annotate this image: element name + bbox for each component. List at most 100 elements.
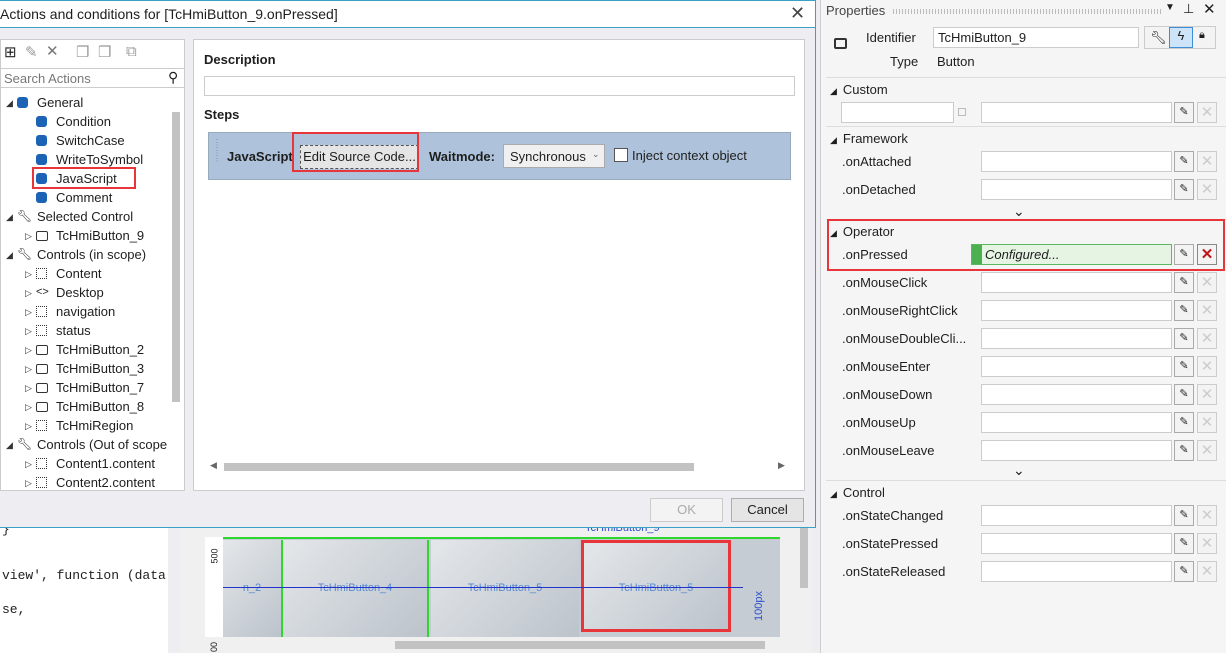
- event-value-input[interactable]: [981, 505, 1172, 526]
- description-input[interactable]: [204, 76, 795, 96]
- close-icon[interactable]: ✕: [1203, 0, 1216, 18]
- delete-icon[interactable]: ✕: [1197, 151, 1217, 172]
- search-actions-input[interactable]: Search Actions ⚲: [1, 68, 184, 88]
- expand-icon[interactable]: ▷: [25, 284, 32, 303]
- copy-icon[interactable]: ❐: [76, 43, 89, 61]
- cancel-button[interactable]: Cancel: [731, 498, 804, 522]
- collapse-icon[interactable]: ◢: [6, 208, 13, 227]
- delete-icon[interactable]: ✕: [1197, 412, 1217, 433]
- delete-icon[interactable]: ✕: [1197, 179, 1217, 200]
- expand-icon[interactable]: ▷: [25, 303, 32, 322]
- expand-more-icon[interactable]: ⌄: [1013, 462, 1025, 479]
- delete-icon[interactable]: ✕: [1197, 561, 1217, 582]
- custom-checkbox[interactable]: [958, 108, 966, 116]
- edit-icon[interactable]: ✎: [1174, 179, 1194, 200]
- custom-name-input[interactable]: [841, 102, 954, 123]
- lock-icon[interactable]: 🔒︎: [1199, 29, 1205, 42]
- event-value-input[interactable]: [981, 384, 1172, 405]
- edit-icon[interactable]: ✎: [1174, 328, 1194, 349]
- expand-icon[interactable]: ▷: [25, 360, 32, 379]
- event-value-input[interactable]: [981, 151, 1172, 172]
- actions-toolbar: ⊞ ✎ ✕ ❐ ❒ ⧉: [1, 42, 184, 66]
- collapse-icon[interactable]: ◢: [6, 246, 13, 265]
- drag-handle-icon[interactable]: ⋮ ⋮ ⋮: [213, 139, 221, 163]
- event-value-input[interactable]: [981, 328, 1172, 349]
- paste-icon[interactable]: ❒: [98, 43, 111, 61]
- duplicate-icon[interactable]: ⧉: [126, 43, 137, 60]
- collapse-icon[interactable]: ◢: [6, 94, 13, 113]
- expand-icon[interactable]: ▷: [25, 398, 32, 417]
- expand-icon[interactable]: ▷: [25, 417, 32, 436]
- section-custom[interactable]: ◢ Custom: [830, 82, 888, 97]
- designer-button-selected[interactable]: TcHmiButton_5: [581, 540, 731, 632]
- edit-icon[interactable]: ✎: [1174, 102, 1194, 123]
- collapse-icon[interactable]: ◢: [830, 135, 837, 145]
- event-value-input[interactable]: [981, 412, 1172, 433]
- edit-icon[interactable]: ✎: [1174, 356, 1194, 377]
- expand-icon[interactable]: ▷: [25, 265, 32, 284]
- delete-icon[interactable]: ✕: [1197, 328, 1217, 349]
- close-icon[interactable]: ✕: [790, 3, 805, 24]
- expand-icon[interactable]: ▷: [25, 341, 32, 360]
- designer-hscrollbar[interactable]: [395, 641, 765, 649]
- event-value-input[interactable]: [981, 533, 1172, 554]
- section-control[interactable]: ◢ Control: [830, 485, 885, 500]
- collapse-icon[interactable]: ◢: [830, 489, 837, 499]
- delete-icon[interactable]: ✕: [1197, 440, 1217, 461]
- delete-icon[interactable]: ✕: [1197, 533, 1217, 554]
- expand-icon[interactable]: ▷: [25, 227, 32, 246]
- designer-vscrollbar[interactable]: [800, 528, 808, 588]
- edit-icon[interactable]: ✎: [1174, 272, 1194, 293]
- event-value-input[interactable]: [981, 300, 1172, 321]
- inject-checkbox[interactable]: [614, 148, 628, 162]
- delete-icon[interactable]: ✕: [1197, 272, 1217, 293]
- expand-icon[interactable]: ▷: [25, 455, 32, 474]
- add-icon[interactable]: ⊞: [4, 43, 17, 61]
- edit-icon[interactable]: ✎: [1174, 151, 1194, 172]
- delete-icon[interactable]: ✕: [1197, 356, 1217, 377]
- edit-icon[interactable]: ✎: [1174, 505, 1194, 526]
- delete-icon[interactable]: ✕: [1197, 102, 1217, 123]
- delete-icon[interactable]: ✕: [1197, 505, 1217, 526]
- identifier-input[interactable]: TcHmiButton_9: [933, 27, 1139, 48]
- delete-icon[interactable]: ✕: [1197, 300, 1217, 321]
- pin-icon[interactable]: ⊥: [1183, 1, 1194, 17]
- custom-value-input[interactable]: [981, 102, 1172, 123]
- designer-button[interactable]: TcHmiButton_5: [431, 540, 579, 637]
- event-value-input[interactable]: [981, 272, 1172, 293]
- edit-icon[interactable]: ✎: [1174, 300, 1194, 321]
- wrench-icon[interactable]: 🔧︎: [1150, 30, 1167, 46]
- events-icon[interactable]: ϟ: [1169, 27, 1193, 48]
- steps-hscrollbar[interactable]: ◀ ▶: [208, 460, 791, 474]
- edit-icon[interactable]: ✎: [25, 43, 38, 61]
- edit-icon[interactable]: ✎: [1174, 440, 1194, 461]
- event-value-input[interactable]: [981, 356, 1172, 377]
- event-value-input[interactable]: [981, 179, 1172, 200]
- search-icon[interactable]: ⚲: [168, 69, 178, 86]
- section-framework[interactable]: ◢ Framework: [830, 131, 908, 146]
- collapse-icon[interactable]: ◢: [830, 86, 837, 96]
- tree-item-label: Desktop: [56, 285, 104, 300]
- waitmode-value: Synchronous: [510, 149, 586, 164]
- waitmode-select[interactable]: Synchronous ⌄: [503, 144, 605, 168]
- delete-icon[interactable]: ✕: [1197, 384, 1217, 405]
- edit-icon[interactable]: ✎: [1174, 384, 1194, 405]
- expand-icon[interactable]: ▷: [25, 322, 32, 341]
- delete-icon[interactable]: ✕: [46, 42, 59, 60]
- dropdown-icon[interactable]: ▼: [1165, 2, 1175, 13]
- edit-icon[interactable]: ✎: [1174, 533, 1194, 554]
- designer-button[interactable]: TcHmiButton_4: [281, 540, 429, 637]
- expand-more-icon[interactable]: ⌄: [1013, 203, 1025, 220]
- expand-icon[interactable]: ▷: [25, 474, 32, 490]
- expand-icon[interactable]: ▷: [25, 379, 32, 398]
- dialog-title: Actions and conditions for [TcHmiButton_…: [0, 6, 338, 22]
- event-value-input[interactable]: [981, 561, 1172, 582]
- event-value-input[interactable]: [981, 440, 1172, 461]
- collapse-icon[interactable]: ◢: [6, 436, 13, 455]
- edit-icon[interactable]: ✎: [1174, 561, 1194, 582]
- ok-button[interactable]: OK: [650, 498, 723, 522]
- tree-scrollbar[interactable]: [172, 112, 180, 402]
- code-editor[interactable]: } view', function (data) { se,: [0, 528, 168, 653]
- designer-button[interactable]: n_2: [223, 540, 281, 637]
- edit-icon[interactable]: ✎: [1174, 412, 1194, 433]
